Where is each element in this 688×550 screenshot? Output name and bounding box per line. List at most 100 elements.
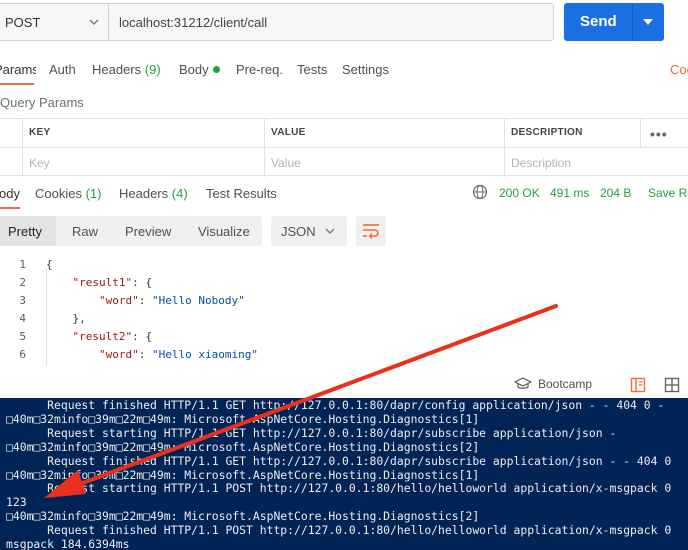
active-tab-underline [0,83,34,85]
code-line: { [46,258,53,271]
console-line: □40m□32minfo□39m□22m□49m: Microsoft.AspN… [6,411,480,426]
graduation-cap-icon [513,377,533,389]
tab-response-headers-count: (4) [171,186,188,201]
json-key: "word" [98,294,139,307]
method-label: POST [5,15,41,30]
value-placeholder: Value [271,156,301,170]
column-key-label: KEY [29,127,51,138]
two-pane-layout-icon[interactable] [630,377,646,393]
tab-headers-label: Headers [92,62,142,77]
json-string: "Hello Nobody" [151,294,245,307]
view-preview-button[interactable]: Preview [125,224,171,239]
tab-response-headers[interactable]: Headers (4) [119,186,188,201]
description-placeholder: Description [511,156,572,170]
json-punctuation: : [138,294,152,307]
view-raw-button[interactable]: Raw [72,224,98,239]
column-description-label: DESCRIPTION [511,127,583,138]
code-line: "result1": { [46,276,152,289]
tab-params[interactable]: Params [0,62,36,77]
json-punctuation: { [46,258,53,271]
wrap-lines-button[interactable] [356,216,386,246]
table-header-row: KEY VALUE DESCRIPTION ••• [0,119,688,148]
terminal-console[interactable]: Request finished HTTP/1.1 GET http://127… [0,398,688,550]
json-string: "Hello xiaoming" [151,348,258,361]
tab-headers[interactable]: Headers (9) [92,62,161,77]
tab-test-results[interactable]: Test Results [206,186,277,201]
console-line: □40m□32minfo□39m□22m□49m: Microsoft.AspN… [6,467,480,482]
tab-response-cookies-count: (1) [85,186,102,201]
table-row: Key Value Description [0,148,688,177]
status-code: 200 OK [499,186,540,200]
send-label: Send [580,13,617,30]
tab-body[interactable]: Body [179,62,220,77]
request-tabs: Params Auth Headers (9) Body Pre-req. Te… [0,52,688,86]
column-description: DESCRIPTION [504,119,640,148]
view-mode-toolbar: Pretty Raw Preview Visualize [0,216,262,246]
grid-layout-icon[interactable] [664,377,680,393]
tab-settings[interactable]: Settings [342,62,389,77]
response-tabs: Body Cookies (1) Headers (4) Test Result… [0,176,688,209]
save-response-button[interactable]: Save Response [648,186,688,200]
console-line: Request finished HTTP/1.1 GET http://127… [6,398,665,412]
json-punctuation: : { [132,330,152,343]
url-text: localhost:31212/client/call [119,15,268,30]
query-params-table: KEY VALUE DESCRIPTION ••• Key Value Desc… [0,118,688,177]
code-line: "word": "Hello xiaoming" [46,348,258,361]
json-punctuation: }, [72,312,86,325]
json-key: "result1" [72,276,133,289]
view-pretty-button[interactable]: Pretty [8,224,42,239]
response-body-editor[interactable]: 1{2 "result1": {3 "word": "Hello Nobody"… [0,254,688,366]
column-value: VALUE [264,119,504,148]
code-line: }, [46,312,86,325]
tab-prereq[interactable]: Pre-req. [236,62,283,77]
tab-body-label: Body [179,62,209,77]
line-number: 2 [19,276,26,289]
wrap-lines-icon [363,224,379,239]
console-line: □40m□32minfo□39m□22m□49m: Microsoft.AspN… [6,509,480,524]
console-line: Request finished HTTP/1.1 GET http://127… [6,453,672,468]
chevron-down-icon [325,228,335,234]
tab-response-cookies[interactable]: Cookies (1) [35,186,101,201]
json-key: "result2" [72,330,133,343]
send-divider [632,3,633,41]
console-line: 123 [6,495,27,510]
console-line: □40m□32minfo□39m□22m□49m: Microsoft.AspN… [6,439,480,454]
value-input[interactable]: Value [264,148,504,177]
code-line: "word": "Hello Nobody" [46,294,245,307]
url-input[interactable]: localhost:31212/client/call [108,3,554,41]
console-line: Request finished HTTP/1.1 POST http://12… [6,523,672,538]
tab-auth[interactable]: Auth [49,62,76,77]
code-line: "result2": { [46,330,152,343]
json-key: "word" [98,348,139,361]
send-options-caret-icon[interactable] [642,17,654,27]
tab-params-label: Params [0,62,36,77]
response-time: 491 ms [550,186,590,200]
chevron-down-icon [89,19,99,25]
line-number: 6 [19,348,26,361]
line-number: 3 [19,294,26,307]
bootcamp-label: Bootcamp [538,377,593,391]
line-number: 5 [19,330,26,343]
method-select[interactable]: POST [0,3,108,41]
send-button[interactable]: Send [564,3,664,41]
cookies-link[interactable]: Cookies [670,62,688,77]
response-active-underline [0,207,20,209]
description-input[interactable]: Description [504,148,688,177]
more-options-icon[interactable]: ••• [650,126,668,142]
bootcamp-button[interactable]: Bootcamp [513,377,593,391]
view-visualize-button[interactable]: Visualize [198,224,250,239]
tab-tests[interactable]: Tests [297,62,327,77]
line-number: 4 [19,312,26,325]
response-size: 204 B [600,186,632,200]
column-key: KEY [22,119,264,148]
column-value-label: VALUE [271,127,306,138]
line-number: 1 [19,258,26,271]
key-input[interactable]: Key [22,148,264,177]
body-indicator-dot [212,66,220,73]
globe-icon[interactable] [472,184,488,200]
tab-response-body[interactable]: Body [0,186,20,201]
json-punctuation: : [138,348,152,361]
request-bar: POST localhost:31212/client/call Send [0,0,688,52]
key-placeholder: Key [29,156,50,170]
format-select[interactable]: JSON [271,216,347,246]
